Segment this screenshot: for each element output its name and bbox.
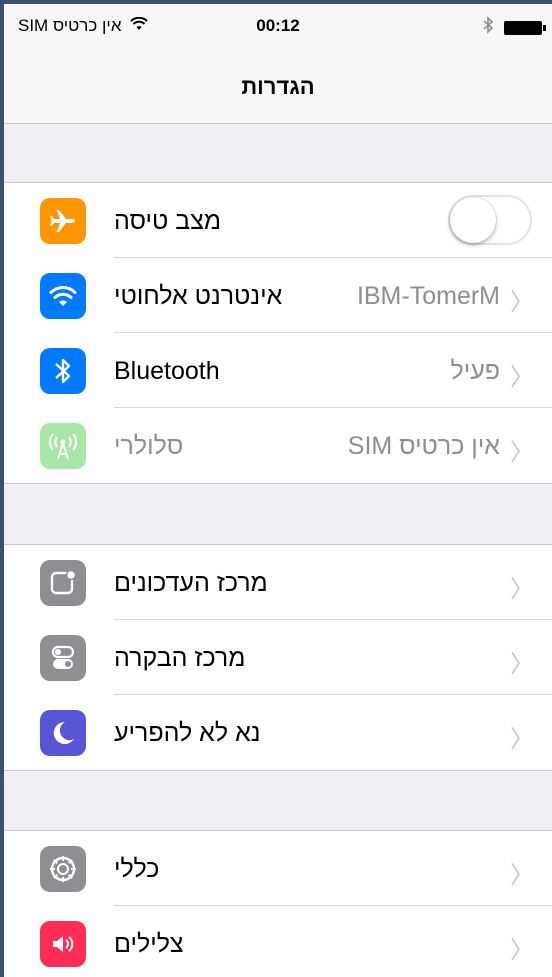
row-notification-center[interactable]: מרכז העדכונים 〉 — [4, 545, 552, 620]
gear-icon — [40, 846, 86, 892]
do-not-disturb-label: נא לא להפריע — [114, 719, 261, 747]
wifi-value: IBM-TomerM — [356, 282, 500, 310]
navigation-bar: הגדרות — [4, 48, 552, 124]
control-center-label: מרכז הבקרה — [114, 644, 246, 672]
chevron-right-icon: 〉 — [510, 937, 534, 964]
wifi-icon — [40, 273, 86, 319]
cellular-antenna-icon — [40, 423, 86, 469]
battery-icon — [504, 20, 546, 35]
chevron-right-icon: 〉 — [510, 651, 534, 678]
chevron-right-icon: 〉 — [510, 726, 534, 753]
page-title: הגדרות — [241, 74, 315, 99]
chevron-right-icon: 〉 — [510, 576, 534, 603]
wifi-label: אינטרנט אלחוטי — [114, 282, 283, 310]
bluetooth-value: פעיל — [450, 357, 500, 385]
cellular-value: SIM אין כרטיס — [347, 432, 500, 460]
chevron-right-icon: 〉 — [510, 289, 534, 316]
row-control-center[interactable]: מרכז הבקרה 〉 — [4, 620, 552, 695]
moon-icon — [40, 710, 86, 756]
row-airplane-mode: מצב טיסה — [4, 183, 552, 258]
airplane-icon — [40, 198, 86, 244]
bluetooth-label: Bluetooth — [114, 357, 220, 385]
bluetooth-status-icon — [482, 16, 494, 39]
chevron-right-icon: 〉 — [510, 862, 534, 889]
row-general[interactable]: כללי 〉 — [4, 831, 552, 906]
status-bar: SIM אין כרטיס 00:12 — [4, 4, 552, 48]
sounds-label: צלילים — [114, 930, 184, 958]
cellular-label: סלולרי — [114, 432, 184, 460]
centers-group: מרכז העדכונים 〉 מרכז הבקרה 〉 נא לא להפרי… — [4, 544, 552, 771]
status-time: 00:12 — [256, 16, 300, 35]
toggle-knob — [450, 197, 496, 243]
chevron-right-icon: 〉 — [510, 364, 534, 391]
chevron-right-icon: 〉 — [510, 439, 534, 466]
control-center-icon — [40, 635, 86, 681]
row-bluetooth[interactable]: Bluetooth פעיל 〉 — [4, 333, 552, 408]
speaker-icon — [40, 921, 86, 967]
notification-center-label: מרכז העדכונים — [114, 569, 268, 597]
row-sounds[interactable]: צלילים 〉 — [4, 906, 552, 977]
airplane-mode-toggle[interactable] — [448, 195, 532, 245]
row-wifi[interactable]: אינטרנט אלחוטי IBM-TomerM 〉 — [4, 258, 552, 333]
status-right — [482, 16, 546, 39]
row-cellular[interactable]: סלולרי SIM אין כרטיס 〉 — [4, 408, 552, 483]
row-do-not-disturb[interactable]: נא לא להפריע 〉 — [4, 695, 552, 770]
bluetooth-icon — [40, 348, 86, 394]
connectivity-group: מצב טיסה אינטרנט אלחוטי IBM-TomerM 〉 Blu… — [4, 182, 552, 484]
general-group: כללי 〉 צלילים 〉 — [4, 830, 552, 977]
settings-screen: SIM אין כרטיס 00:12 הגדרות מצב טיסה אינט… — [0, 0, 552, 977]
airplane-mode-label: מצב טיסה — [114, 207, 222, 235]
notification-center-icon — [40, 560, 86, 606]
general-label: כללי — [114, 855, 160, 883]
